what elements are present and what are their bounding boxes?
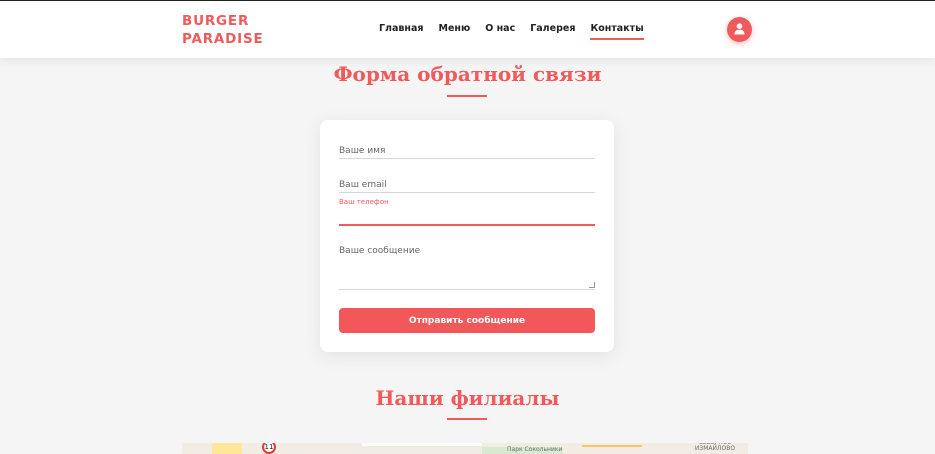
map-label: Парк Сокольники bbox=[507, 446, 563, 453]
branches-title-underline bbox=[447, 418, 487, 420]
message-placeholder: Ваше сообщение bbox=[339, 246, 421, 256]
site-header: BURGER PARADISE Главная Меню О нас Галер… bbox=[0, 1, 935, 58]
nav-item-home[interactable]: Главная bbox=[379, 23, 424, 40]
top-border bbox=[0, 0, 935, 1]
email-placeholder: Ваш email bbox=[339, 180, 387, 190]
branches-title: Наши филиалы bbox=[375, 386, 560, 410]
nav-item-contacts[interactable]: Контакты bbox=[590, 23, 645, 40]
profile-button[interactable] bbox=[727, 17, 752, 42]
name-field[interactable]: Ваше имя bbox=[339, 146, 595, 159]
map-road bbox=[582, 445, 642, 447]
feedback-title-underline bbox=[447, 95, 487, 97]
logo-line-1: BURGER bbox=[182, 13, 250, 29]
nav-item-gallery[interactable]: Галерея bbox=[530, 23, 575, 40]
phone-label: Ваш телефон bbox=[339, 198, 389, 206]
logo[interactable]: BURGER PARADISE bbox=[182, 12, 264, 48]
feedback-form: Ваше имя Ваш email Ваш телефон Ваше сооб… bbox=[320, 120, 614, 352]
message-field[interactable]: Ваше сообщение bbox=[339, 246, 595, 290]
nav-item-menu[interactable]: Меню bbox=[439, 23, 471, 40]
submit-button[interactable]: Отправить сообщение bbox=[339, 308, 595, 333]
map-road bbox=[212, 443, 242, 454]
map-label: СЕВЕРНОЕ ИЗМАЙЛОВО bbox=[694, 443, 736, 452]
name-placeholder: Ваше имя bbox=[339, 146, 386, 156]
phone-field[interactable]: Ваш телефон bbox=[339, 198, 595, 226]
nav-item-about[interactable]: О нас bbox=[485, 23, 515, 40]
feedback-title: Форма обратной связи bbox=[333, 62, 602, 86]
logo-line-2: PARADISE bbox=[182, 31, 264, 47]
email-field[interactable]: Ваш email bbox=[339, 180, 595, 193]
map-road bbox=[362, 443, 482, 446]
user-icon bbox=[734, 23, 745, 35]
resize-handle[interactable] bbox=[589, 282, 595, 288]
branches-map[interactable]: 11 Парк Сокольники СЕВЕРНОЕ ИЗМАЙЛОВО bbox=[182, 443, 748, 454]
map-road-sign: 11 bbox=[262, 443, 276, 454]
main-nav: Главная Меню О нас Галерея Контакты bbox=[379, 23, 645, 40]
